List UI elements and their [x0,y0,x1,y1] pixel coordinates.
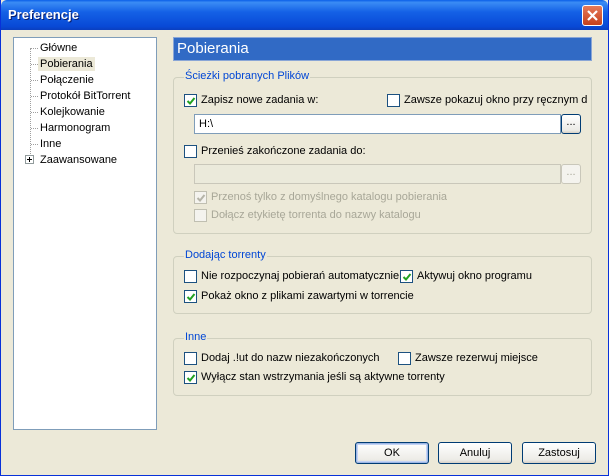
reserve-space-checkbox[interactable]: Zawsze rezerwuj miejsce [398,352,548,366]
move-path-browse-button[interactable]: ... [561,164,581,184]
append-ut-label: Dodaj .!ut do nazw niezakończonych [201,352,380,364]
tree-connector [31,80,38,81]
apply-button[interactable]: Zastosuj [522,442,596,464]
paths-group-title: Ścieżki pobranych Plików [184,70,311,82]
tree-item-bittorrent[interactable]: Protokół BitTorrent [38,89,132,103]
checkbox-box [184,371,197,384]
show-files-label: Pokaż okno z plikami zawartymi w torrenc… [201,290,414,302]
checkbox-box [184,145,197,158]
other-group: Inne Dodaj .!ut do nazw niezakończonych … [173,331,592,396]
cancel-button[interactable]: Anuluj [438,442,512,464]
paths-group: Ścieżki pobranych Plików Zapisz nowe zad… [173,70,592,234]
tree-connector [31,128,38,129]
close-icon [587,10,598,21]
tree-item-inne[interactable]: Inne [38,137,63,151]
tree-connector [31,64,38,65]
preferences-dialog: Preferencje Główne Pobierania Połączenie… [0,0,609,476]
tree-item-zaawansowane[interactable]: Zaawansowane [38,153,119,167]
append-label-label: Dołącz etykietę torrenta do nazwy katalo… [211,209,421,221]
adding-group: Dodając torrenty Nie rozpoczynaj pobiera… [173,249,592,314]
tree-connector [31,112,38,113]
disable-standby-checkbox[interactable]: Wyłącz stan wstrzymania jeśli są aktywne… [184,371,454,385]
save-path-browse-button[interactable]: ... [561,114,581,134]
activate-window-checkbox[interactable]: Aktywuj okno programu [400,270,550,284]
move-path-input[interactable] [194,164,561,184]
checkmark-icon [402,273,412,281]
tree-connector [31,48,38,49]
save-new-checkbox[interactable]: Zapisz nowe zadania w: [184,94,354,108]
adding-group-title: Dodając torrenty [184,249,267,261]
checkbox-box [184,352,197,365]
checkbox-box [194,191,207,204]
tree-item-pobierania[interactable]: Pobierania [38,57,95,71]
tree-item-glowne[interactable]: Główne [38,41,79,55]
checkbox-box [184,94,197,107]
checkmark-icon [196,194,206,202]
checkmark-icon [186,293,196,301]
ok-button[interactable]: OK [355,442,429,464]
save-new-label: Zapisz nowe zadania w: [201,94,319,106]
append-ut-checkbox[interactable]: Dodaj .!ut do nazw niezakończonych [184,352,384,366]
activate-window-label: Aktywuj okno programu [417,270,532,282]
move-completed-checkbox[interactable]: Przenieś zakończone zadania do: [184,145,384,159]
append-label-checkbox[interactable]: Dołącz etykietę torrenta do nazwy katalo… [194,209,454,223]
tree-connector [31,96,38,97]
tree-connector [30,48,31,164]
always-show-checkbox[interactable]: Zawsze pokazuj okno przy ręcznym d [387,94,587,108]
move-only-default-checkbox[interactable]: Przenoś tylko z domyślnego katalogu pobi… [194,191,454,205]
checkmark-icon [186,97,196,105]
title-bar[interactable]: Preferencje [1,0,608,30]
tree-item-polaczenie[interactable]: Połączenie [38,73,96,87]
tree-connector [31,144,38,145]
dont-start-checkbox[interactable]: Nie rozpoczynaj pobierań automatycznie [184,270,399,284]
page-title: Pobierania [173,37,592,61]
reserve-space-label: Zawsze rezerwuj miejsce [415,352,538,364]
checkbox-box [387,94,400,107]
checkmark-icon [186,374,196,382]
always-show-label: Zawsze pokazuj okno przy ręcznym d [404,94,588,106]
tree-item-harmonogram[interactable]: Harmonogram [38,121,112,135]
checkbox-box [400,270,413,283]
expand-plus-icon[interactable] [25,155,34,164]
move-completed-label: Przenieś zakończone zadania do: [201,145,366,157]
category-tree[interactable]: Główne Pobierania Połączenie Protokół Bi… [13,37,157,430]
checkbox-box [194,209,207,222]
window-title: Preferencje [8,7,79,22]
checkbox-box [398,352,411,365]
other-group-title: Inne [184,331,208,343]
move-only-default-label: Przenoś tylko z domyślnego katalogu pobi… [211,191,448,203]
close-button[interactable] [582,5,603,26]
checkbox-box [184,290,197,303]
show-files-checkbox[interactable]: Pokaż okno z plikami zawartymi w torrenc… [184,290,434,304]
dont-start-label: Nie rozpoczynaj pobierań automatycznie [201,270,400,282]
checkbox-box [184,270,197,283]
save-path-input[interactable]: H:\ [194,114,561,134]
tree-item-kolejkowanie[interactable]: Kolejkowanie [38,105,107,119]
disable-standby-label: Wyłącz stan wstrzymania jeśli są aktywne… [201,371,445,383]
